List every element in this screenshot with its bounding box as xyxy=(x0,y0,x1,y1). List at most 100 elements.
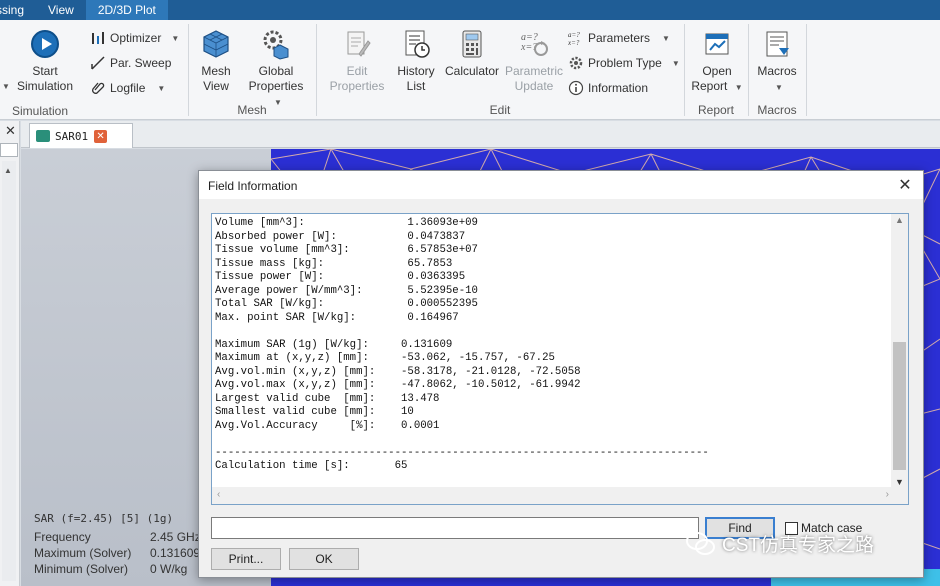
field-info-line: Maximum SAR (1g) [W/kg]: 0.131609 xyxy=(215,338,453,351)
dialog-body: Volume [mm^3]: 1.36093e+09 Absorbed power… xyxy=(199,199,923,577)
global-properties-label: Global Properties xyxy=(248,64,304,93)
mesh-cube-icon xyxy=(203,30,229,58)
problem-type-button[interactable]: Problem Type ▼ xyxy=(568,53,680,73)
svg-text:x=?: x=? xyxy=(568,39,580,46)
edit-document-icon xyxy=(347,31,371,57)
navigation-panel: ✕ ▲ xyxy=(0,121,20,586)
menu-bar: ssing View 2D/3D Plot xyxy=(0,0,940,20)
calculator-button[interactable]: Calculator xyxy=(444,28,500,79)
field-info-line: Average power [W/mm^3]: 5.52395e-10 xyxy=(215,284,478,297)
field-info-line xyxy=(215,433,709,447)
optimizer-icon xyxy=(92,32,104,44)
field-info-line: Smallest valid cube [mm]: 10 xyxy=(215,406,414,418)
scroll-up-icon[interactable]: ▲ xyxy=(4,166,12,175)
scroll-left-icon[interactable]: ‹ xyxy=(217,489,220,500)
close-icon[interactable]: ✕ xyxy=(895,175,915,195)
find-input[interactable] xyxy=(211,517,699,539)
history-list-button[interactable]: History List xyxy=(394,28,438,94)
logfile-button[interactable]: Logfile ▼ xyxy=(90,78,165,98)
wechat-logo-icon xyxy=(686,531,715,555)
group-label-simulation: Simulation xyxy=(11,104,69,118)
ribbon-separator xyxy=(748,24,749,116)
mesh-view-label: Mesh View xyxy=(201,64,231,93)
field-info-text: Volume [mm^3]: 1.36093e+09 Absorbed power… xyxy=(215,217,709,474)
ribbon-separator xyxy=(806,24,807,116)
field-plot-icon xyxy=(36,130,50,142)
field-info-line: Tissue power [W]: 0.0363395 xyxy=(215,271,466,283)
field-info-line: Avg.vol.max (x,y,z) [mm]: -47.8062, -10.… xyxy=(215,379,581,391)
document-tab-strip: SAR01 ✕ xyxy=(21,121,940,148)
dropdown-caret-icon: ▼ xyxy=(171,33,180,43)
menu-item-view[interactable]: View xyxy=(36,0,86,20)
scroll-right-icon[interactable]: › xyxy=(886,489,889,500)
field-info-line: Maximum at (x,y,z) [mm]: -53.062, -15.75… xyxy=(215,352,555,364)
parameters-label: Parameters xyxy=(588,31,651,45)
edit-properties-button[interactable]: Edit Properties xyxy=(324,28,390,94)
sar-value: 0 W/kg xyxy=(150,562,188,576)
parametric-update-button[interactable]: a=? x=? Parametric Update xyxy=(504,28,564,94)
history-list-label: History List xyxy=(397,64,435,93)
ribbon-separator xyxy=(316,24,317,116)
print-button[interactable]: Print... xyxy=(211,548,281,570)
start-simulation-button[interactable]: Start Simulation xyxy=(14,28,76,94)
gear-icon xyxy=(569,56,583,70)
dropdown-caret-icon: ▼ xyxy=(2,82,10,91)
field-info-line: Volume [mm^3]: 1.36093e+09 xyxy=(215,217,478,229)
panel-scrollbar[interactable] xyxy=(2,161,16,581)
horizontal-scrollbar[interactable]: ‹ › xyxy=(212,487,893,504)
parameters-button[interactable]: a=? x=? Parameters ▼ xyxy=(568,28,670,48)
optimizer-button[interactable]: Optimizer ▼ xyxy=(90,28,179,48)
field-info-line: ----------------------------------------… xyxy=(215,446,709,459)
dropdown-caret-icon: ▼ xyxy=(775,83,783,92)
par-sweep-button[interactable]: Par. Sweep xyxy=(90,53,171,73)
tab-label: SAR01 xyxy=(55,129,89,143)
group-label-edit: Edit xyxy=(489,103,511,117)
history-list-icon xyxy=(405,30,430,58)
close-tab-icon[interactable]: ✕ xyxy=(94,129,108,143)
sar-header: SAR (f=2.45) [5] (1g) xyxy=(34,512,174,525)
sar-row-frequency: Frequency 2.45 GHz xyxy=(34,529,201,545)
dialog-title: Field Information xyxy=(208,179,298,193)
menu-item-processing[interactable]: ssing xyxy=(0,0,36,20)
parametric-update-label: Parametric Update xyxy=(504,64,563,93)
sar-label: Maximum (Solver) xyxy=(34,546,132,560)
open-report-button[interactable]: Open Report ▼ xyxy=(690,28,744,95)
tree-search-input[interactable] xyxy=(0,143,18,157)
field-info-line: Absorbed power [W]: 0.0473837 xyxy=(215,230,466,243)
mesh-view-button[interactable]: Mesh View xyxy=(196,28,236,94)
play-icon xyxy=(31,30,59,58)
close-icon[interactable]: ✕ xyxy=(5,123,16,139)
paperclip-icon xyxy=(92,82,105,94)
svg-text:a=?: a=? xyxy=(568,31,580,39)
parameters-icon: a=?x=? xyxy=(568,31,580,46)
dropdown-caret-icon: ▼ xyxy=(157,83,166,93)
dropdown-caret-icon: ▼ xyxy=(662,33,670,43)
field-info-line: Tissue mass [kg]: 65.7853 xyxy=(215,257,453,270)
ok-button[interactable]: OK xyxy=(289,548,359,570)
par-sweep-label: Par. Sweep xyxy=(110,56,172,70)
field-info-line: Largest valid cube [mm]: 13.478 xyxy=(215,392,440,405)
global-properties-button[interactable]: Global Properties ▼ xyxy=(244,28,308,110)
scroll-down-icon[interactable]: ▼ xyxy=(895,477,904,487)
par-sweep-icon xyxy=(91,56,105,70)
gear-cube-icon xyxy=(263,30,289,60)
problem-type-label: Problem Type xyxy=(588,56,662,70)
sar-row-minimum: Minimum (Solver) 0 W/kg xyxy=(34,561,201,577)
group-label-mesh: Mesh xyxy=(237,103,267,117)
field-info-textbox[interactable]: Volume [mm^3]: 1.36093e+09 Absorbed power… xyxy=(211,213,909,505)
scroll-thumb[interactable] xyxy=(893,342,906,470)
macros-button[interactable]: Macros ▼ xyxy=(754,28,800,95)
macros-label: Macros xyxy=(757,64,797,78)
report-icon xyxy=(705,33,729,55)
optimizer-label: Optimizer xyxy=(110,31,162,45)
sar-value: 2.45 GHz xyxy=(150,530,201,544)
field-info-line: Calculation time [s]: 65 xyxy=(215,460,408,472)
scroll-up-icon[interactable]: ▲ xyxy=(895,215,904,225)
watermark: CST仿真专家之路 xyxy=(686,530,874,557)
tab-sar01[interactable]: SAR01 ✕ xyxy=(29,123,133,148)
menu-item-2d-3d-plot[interactable]: 2D/3D Plot xyxy=(85,0,168,20)
information-button[interactable]: Information xyxy=(568,78,648,98)
field-info-line: Tissue volume [mm^3]: 6.57853e+07 xyxy=(215,244,478,256)
scrollbar-corner xyxy=(891,487,908,504)
vertical-scrollbar[interactable]: ▲ ▼ xyxy=(891,214,908,489)
